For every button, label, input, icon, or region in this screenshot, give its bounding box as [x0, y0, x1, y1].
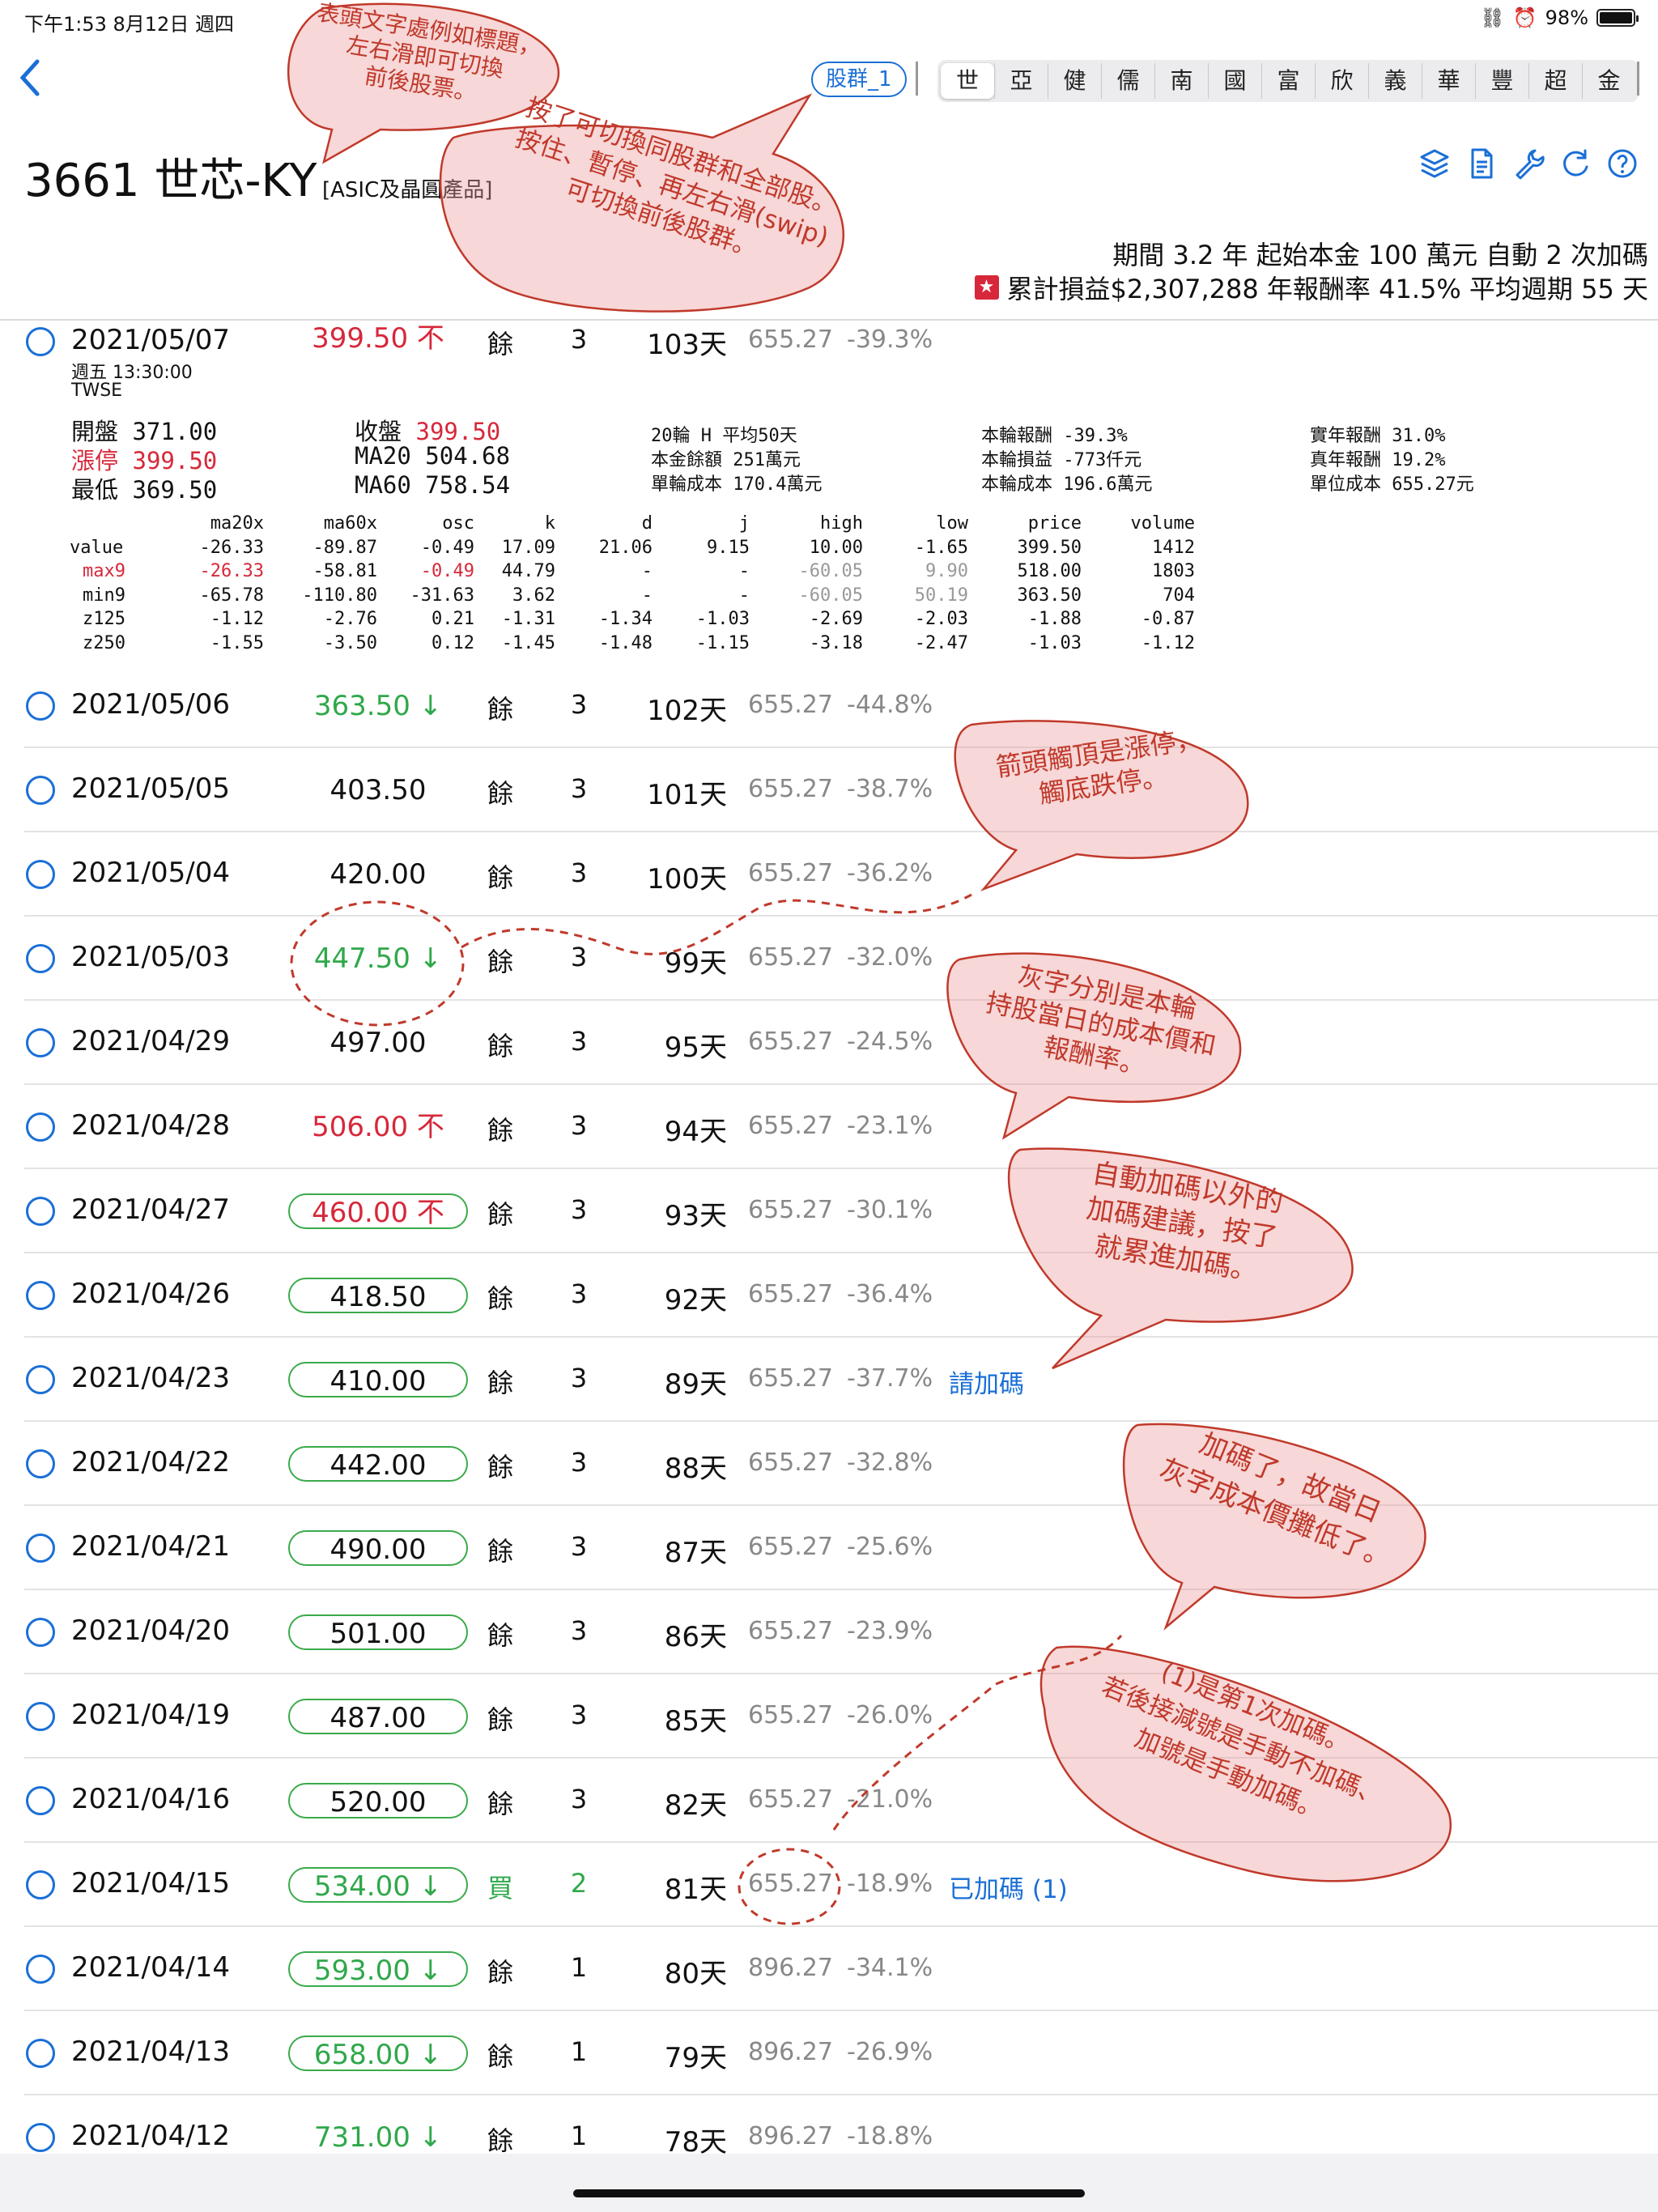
dashed-connector-1	[461, 893, 972, 955]
dashed-circle-price	[290, 900, 465, 1027]
annotation-layer	[287, 2, 1452, 1925]
dashed-circle-cost	[738, 1848, 841, 1925]
